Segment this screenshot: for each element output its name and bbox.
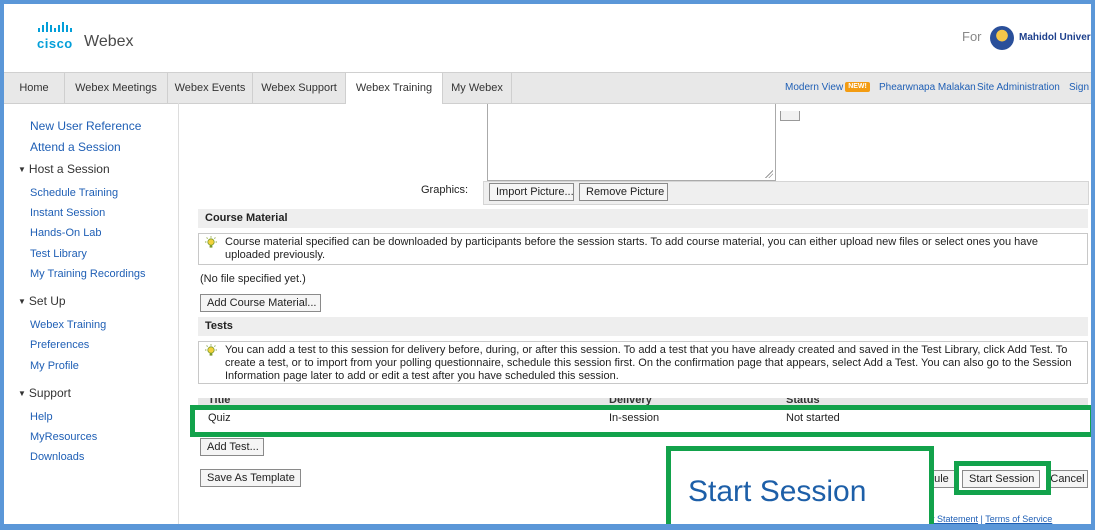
browser-frame: cisco Webex For Mahidol University Home …	[0, 0, 1095, 530]
webex-wordmark: Webex	[84, 33, 134, 50]
tab-webex-events[interactable]: Webex Events	[168, 73, 253, 103]
tab-my-webex[interactable]: My Webex	[443, 73, 512, 103]
tab-webex-meetings[interactable]: Webex Meetings	[65, 73, 168, 103]
sidebar-item-preferences[interactable]: Preferences	[30, 339, 89, 351]
sidebar-item-schedule-training[interactable]: Schedule Training	[30, 187, 118, 199]
site-header: cisco Webex For Mahidol University	[4, 4, 1091, 70]
for-label: For	[962, 29, 982, 44]
import-picture-button[interactable]: Import Picture...	[489, 183, 574, 201]
sidebar-item-new-user-reference[interactable]: New User Reference	[30, 119, 141, 133]
footer-links: y Statement | Terms of Service	[930, 514, 1052, 524]
modern-view-link[interactable]: Modern View NEW!	[785, 73, 874, 103]
sidebar-item-webex-training[interactable]: Webex Training	[30, 319, 106, 331]
no-file-text: (No file specified yet.)	[200, 273, 306, 285]
start-session-callout: Start Session	[666, 446, 934, 524]
remove-picture-button[interactable]: Remove Picture	[579, 183, 668, 201]
cancel-button[interactable]: Cancel	[1047, 470, 1088, 488]
graphics-label: Graphics:	[421, 184, 469, 196]
caret-down-icon: ▼	[18, 297, 26, 306]
lightbulb-icon	[205, 344, 217, 356]
sign-out-link[interactable]: Sign O	[1069, 73, 1091, 103]
top-nav: Home Webex Meetings Webex Events Webex S…	[4, 72, 1091, 104]
caret-down-icon: ▼	[18, 389, 26, 398]
user-name-link[interactable]: Phearwnapa Malakan	[879, 73, 976, 103]
sidebar-item-my-training-recordings[interactable]: My Training Recordings	[30, 268, 146, 280]
left-sidebar: New User Reference Attend a Session ▼ Hos…	[4, 103, 176, 524]
tab-webex-support[interactable]: Webex Support	[253, 73, 346, 103]
privacy-statement-link[interactable]: y Statement	[930, 514, 978, 524]
tab-webex-training[interactable]: Webex Training	[346, 73, 443, 104]
sidebar-item-downloads[interactable]: Downloads	[30, 451, 84, 463]
footer-separator: |	[980, 514, 983, 524]
cisco-wordmark: cisco	[37, 36, 73, 51]
tests-note-text: You can add a test to this session for d…	[225, 344, 1072, 382]
new-badge: NEW!	[845, 82, 870, 93]
editor-button[interactable]	[780, 111, 800, 121]
sidebar-item-hands-on-lab[interactable]: Hands-On Lab	[30, 227, 102, 239]
sidebar-item-instant-session[interactable]: Instant Session	[30, 207, 105, 219]
content-divider	[178, 103, 179, 524]
modern-view-label[interactable]: Modern View	[785, 82, 843, 93]
sidebar-item-my-profile[interactable]: My Profile	[30, 360, 79, 372]
callout-text: Start Session	[688, 475, 867, 508]
quiz-row-highlight	[190, 405, 1091, 437]
start-session-highlight	[954, 461, 1051, 495]
tests-note: You can add a test to this session for d…	[198, 341, 1088, 384]
sidebar-item-attend-session[interactable]: Attend a Session	[30, 140, 121, 154]
sidebar-item-help[interactable]: Help	[30, 411, 53, 423]
terms-of-service-link[interactable]: Terms of Service	[985, 514, 1052, 524]
add-course-material-button[interactable]: Add Course Material...	[200, 294, 321, 312]
add-test-button[interactable]: Add Test...	[200, 438, 264, 456]
cisco-logo-icon	[38, 20, 74, 32]
course-material-heading: Course Material	[198, 209, 1088, 228]
tab-home[interactable]: Home	[4, 73, 65, 103]
course-material-note-text: Course material specified can be downloa…	[225, 236, 1039, 261]
sidebar-item-test-library[interactable]: Test Library	[30, 248, 87, 260]
sidebar-heading-setup[interactable]: ▼ Set Up	[18, 294, 66, 308]
sidebar-heading-label: Set Up	[28, 294, 66, 308]
sidebar-heading-host-session[interactable]: ▼ Host a Session	[18, 162, 110, 176]
graphics-row: Import Picture... Remove Picture	[483, 181, 1089, 205]
sidebar-heading-label: Support	[28, 386, 71, 400]
resize-handle-icon[interactable]	[765, 170, 773, 178]
caret-down-icon: ▼	[18, 165, 26, 174]
sidebar-item-myresources[interactable]: MyResources	[30, 431, 97, 443]
description-textarea[interactable]	[487, 104, 776, 181]
lightbulb-icon	[205, 236, 217, 248]
university-seal-icon	[990, 26, 1014, 50]
tests-heading: Tests	[198, 317, 1088, 336]
sidebar-heading-support[interactable]: ▼ Support	[18, 386, 71, 400]
sidebar-heading-label: Host a Session	[28, 162, 110, 176]
course-material-note: Course material specified can be downloa…	[198, 233, 1088, 265]
org-name: Mahidol University	[1019, 32, 1091, 43]
site-administration-link[interactable]: Site Administration	[977, 73, 1060, 103]
save-as-template-button[interactable]: Save As Template	[200, 469, 301, 487]
